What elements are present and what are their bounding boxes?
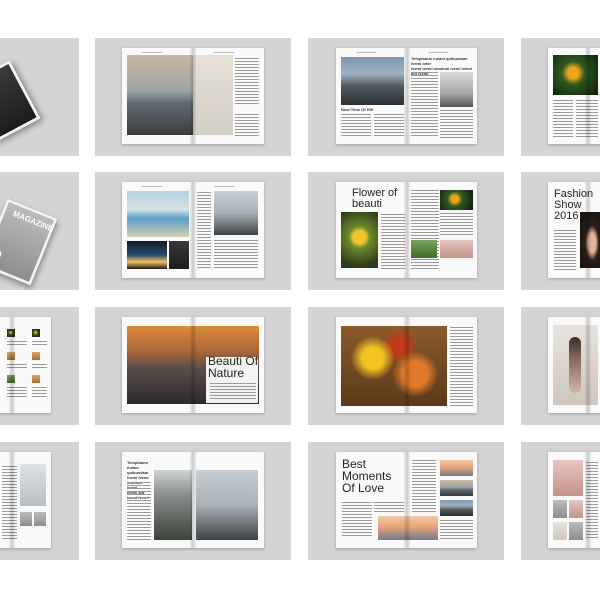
magazine-spread	[548, 317, 600, 413]
dusk-photo	[169, 241, 189, 269]
magazine-spread: Beauti Of Nature	[122, 317, 264, 413]
fashion-photo-1	[553, 460, 583, 496]
sunset-beach-photo	[127, 55, 193, 135]
thumbnail-contents-page[interactable]	[0, 307, 79, 425]
thumbnail-spread-10[interactable]	[0, 442, 79, 560]
beach-photo-right	[193, 55, 233, 135]
misty-mountain-photo	[196, 470, 258, 540]
bird-photo	[553, 55, 598, 95]
magazine-spread: Fashion Show 2016	[548, 182, 600, 278]
magazine-spread	[0, 317, 51, 413]
magazine-spread	[122, 182, 264, 278]
magazine-template-preview: { "thumbnails": { "cover_title_fragment"…	[0, 0, 600, 600]
magazine-spread: Flower of beauti	[336, 182, 477, 278]
thumbnail-spread-1[interactable]	[95, 38, 291, 156]
flower-photo-2	[411, 240, 437, 258]
magazine-spread	[336, 317, 477, 413]
flower-photo-3	[440, 240, 473, 258]
magazine-spread: Best Moments Of Love	[336, 452, 477, 548]
couple-photo	[378, 516, 438, 540]
thumbnail-spread-11[interactable]: Templatum nulam quibusdam ivemi ivemi om…	[95, 442, 291, 560]
yellow-flower-photo	[341, 212, 378, 268]
night-city-photo	[127, 241, 167, 269]
foggy-photo	[440, 72, 473, 107]
thumbnail-cover-angled[interactable]: MAGAZINE 0	[0, 172, 79, 290]
fashion-model-photo	[553, 325, 598, 405]
section-heading: Best Time Of Hill	[341, 107, 373, 112]
cover-photo	[0, 64, 37, 138]
magazine-cover	[0, 60, 41, 142]
autumn-leaves-photo	[341, 326, 447, 406]
thumbnail-cover-closed[interactable]	[0, 38, 79, 156]
thumbnail-spread-12[interactable]: Best Moments Of Love	[308, 442, 504, 560]
magazine-spread	[548, 452, 600, 548]
thumbnail-spread-13[interactable]	[521, 442, 600, 560]
spread-heading: Best Moments Of Love	[342, 457, 392, 495]
canyon-photo	[154, 470, 192, 540]
thumbnail-spread-9[interactable]	[521, 307, 600, 425]
coastal-town-photo	[127, 191, 189, 237]
magazine-spread	[548, 48, 600, 144]
thumbnail-spread-8[interactable]	[308, 307, 504, 425]
fashion-portrait-photo	[580, 212, 600, 268]
magazine-spread: Templatum nulam quibusdam ivemi ivemi om…	[122, 452, 264, 548]
thumbnail-spread-6[interactable]: Fashion Show 2016	[521, 172, 600, 290]
butterfly-photo	[440, 190, 473, 210]
spread-heading: Beauti Of Nature	[208, 354, 259, 380]
magazine-spread	[0, 452, 51, 548]
thumbnail-spread-7[interactable]: Beauti Of Nature	[95, 307, 291, 425]
thumbnail-spread-2[interactable]: Best Time Of Hill Templatum nulam quibus…	[308, 38, 504, 156]
lake-photo	[341, 57, 404, 105]
spread-heading: Flower of beauti	[352, 187, 398, 210]
thumbnail-spread-3[interactable]	[521, 38, 600, 156]
thumbnail-spread-4[interactable]	[95, 172, 291, 290]
spread-heading: Fashion Show 2016	[554, 188, 594, 222]
magazine-cover: MAGAZINE 0	[0, 198, 58, 286]
street-photo	[20, 464, 46, 506]
magazine-spread	[122, 48, 264, 144]
sea-photo	[214, 191, 258, 235]
thumbnail-spread-5[interactable]: Flower of beauti	[308, 172, 504, 290]
magazine-spread: Best Time Of Hill Templatum nulam quibus…	[336, 48, 477, 144]
